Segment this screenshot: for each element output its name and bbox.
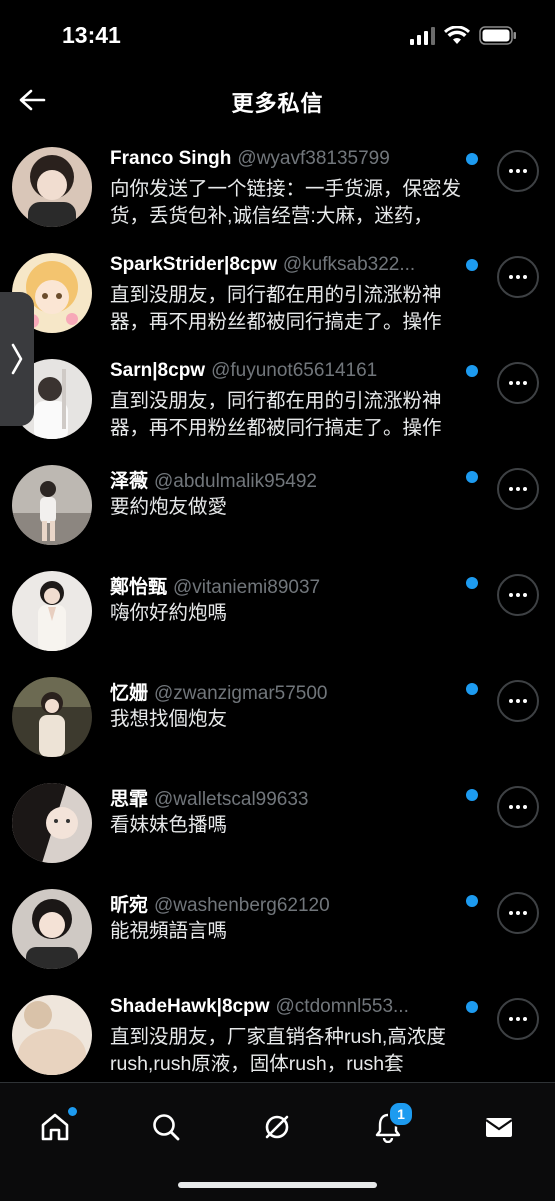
more-options-button[interactable] bbox=[497, 468, 539, 510]
message-preview: 我想找個炮友 bbox=[110, 708, 228, 730]
message-preview: 向你发送了一个链接：一手货源，保密发货，丢货包补,诚信经营:大麻，迷药， bbox=[110, 178, 462, 227]
nav-communities[interactable] bbox=[249, 1099, 305, 1155]
sender-handle: @kufksab322... bbox=[282, 254, 416, 275]
message-item[interactable]: 思霏 @walletscal99633 看妹妹色播嗎 bbox=[0, 770, 555, 876]
message-item[interactable]: 忆姗 @zwanzigmar57500 我想找個炮友 bbox=[0, 664, 555, 770]
sender-handle: @fuyunot65614161 bbox=[211, 360, 378, 381]
unread-indicator bbox=[466, 365, 478, 377]
unread-indicator bbox=[466, 471, 478, 483]
message-preview: 看妹妹色播嗎 bbox=[110, 814, 228, 836]
sender-name: SparkStrider|8cpw bbox=[110, 254, 277, 275]
sender-handle: @zwanzigmar57500 bbox=[154, 683, 328, 704]
status-icons bbox=[410, 26, 517, 45]
sender-handle: @ctdomnl553... bbox=[275, 996, 409, 1017]
home-notification-dot bbox=[68, 1107, 77, 1116]
nav-home[interactable] bbox=[27, 1099, 83, 1155]
message-list: Franco Singh @wyavf38135799 向你发送了一个链接：一手货… bbox=[0, 134, 555, 1080]
nav-messages[interactable] bbox=[471, 1099, 527, 1155]
sender-name: 泽薇 bbox=[110, 471, 149, 492]
notification-badge: 1 bbox=[388, 1101, 414, 1127]
message-item[interactable]: Sarn|8cpw @fuyunot65614161 直到没朋友，同行都在用的引流… bbox=[0, 346, 555, 452]
status-time: 13:41 bbox=[62, 22, 121, 48]
nav-notifications[interactable]: 1 bbox=[360, 1099, 416, 1155]
message-preview: 能視頻語言嗎 bbox=[110, 920, 228, 942]
more-options-button[interactable] bbox=[497, 786, 539, 828]
more-options-button[interactable] bbox=[497, 150, 539, 192]
more-options-button[interactable] bbox=[497, 256, 539, 298]
wifi-icon bbox=[444, 26, 470, 45]
more-options-button[interactable] bbox=[497, 362, 539, 404]
home-icon bbox=[41, 1113, 69, 1141]
avatar[interactable] bbox=[12, 783, 92, 863]
avatar[interactable] bbox=[12, 677, 92, 757]
avatar[interactable] bbox=[12, 571, 92, 651]
more-options-button[interactable] bbox=[497, 892, 539, 934]
chevron-right-icon bbox=[11, 343, 23, 375]
sender-name: Sarn|8cpw bbox=[110, 360, 206, 381]
message-item[interactable]: 鄭怡甄 @vitaniemi89037 嗨你好約炮嗎 bbox=[0, 558, 555, 664]
more-options-button[interactable] bbox=[497, 680, 539, 722]
unread-indicator bbox=[466, 895, 478, 907]
sender-handle: @abdulmalik95492 bbox=[154, 471, 317, 492]
unread-indicator bbox=[466, 683, 478, 695]
message-preview: 嗨你好約炮嗎 bbox=[110, 602, 228, 624]
sender-name: ShadeHawk|8cpw bbox=[110, 996, 270, 1017]
message-preview: 直到没朋友，厂家直销各种rush,高浓度rush,rush原液，固体rush，r… bbox=[110, 1026, 446, 1075]
mail-icon bbox=[485, 1118, 513, 1137]
more-options-button[interactable] bbox=[497, 998, 539, 1040]
message-item[interactable]: ShadeHawk|8cpw @ctdomnl553... 直到没朋友，厂家直销各… bbox=[0, 982, 555, 1080]
unread-indicator bbox=[466, 1001, 478, 1013]
home-indicator bbox=[178, 1182, 377, 1188]
nav-search[interactable] bbox=[138, 1099, 194, 1155]
sender-handle: @vitaniemi89037 bbox=[173, 577, 321, 598]
unread-indicator bbox=[466, 153, 478, 165]
message-item[interactable]: SparkStrider|8cpw @kufksab322... 直到没朋友，同行… bbox=[0, 240, 555, 346]
battery-icon bbox=[479, 26, 517, 45]
message-item[interactable]: Franco Singh @wyavf38135799 向你发送了一个链接：一手货… bbox=[0, 134, 555, 240]
message-preview: 直到没朋友，同行都在用的引流涨粉神器，再不用粉丝都被同行搞走了。操作 bbox=[110, 390, 442, 439]
message-preview: 要約炮友做愛 bbox=[110, 496, 228, 518]
sender-handle: @walletscal99633 bbox=[154, 789, 309, 810]
search-icon bbox=[153, 1114, 180, 1141]
status-bar: 13:41 bbox=[0, 0, 555, 72]
header: 更多私信 bbox=[0, 72, 555, 130]
sender-name: 思霏 bbox=[110, 789, 149, 810]
cellular-signal-icon bbox=[410, 26, 435, 45]
avatar[interactable] bbox=[12, 995, 92, 1075]
side-drawer-handle[interactable] bbox=[0, 292, 34, 426]
sender-handle: @washenberg62120 bbox=[154, 895, 330, 916]
sender-name: Franco Singh bbox=[110, 148, 232, 169]
sender-name: 忆姗 bbox=[110, 683, 149, 704]
page-title: 更多私信 bbox=[231, 91, 324, 116]
message-item[interactable]: 泽薇 @abdulmalik95492 要約炮友做愛 bbox=[0, 452, 555, 558]
message-preview: 直到没朋友，同行都在用的引流涨粉神器，再不用粉丝都被同行搞走了。操作 bbox=[110, 284, 442, 333]
unread-indicator bbox=[466, 577, 478, 589]
avatar[interactable] bbox=[12, 465, 92, 545]
unread-indicator bbox=[466, 259, 478, 271]
unread-indicator bbox=[466, 789, 478, 801]
sender-handle: @wyavf38135799 bbox=[237, 148, 390, 169]
sender-name: 鄭怡甄 bbox=[110, 577, 168, 598]
avatar[interactable] bbox=[12, 147, 92, 227]
slash-circle-icon bbox=[265, 1115, 289, 1139]
avatar[interactable] bbox=[12, 889, 92, 969]
sender-name: 昕宛 bbox=[110, 895, 149, 916]
more-options-button[interactable] bbox=[497, 574, 539, 616]
message-item[interactable]: 昕宛 @washenberg62120 能視頻語言嗎 bbox=[0, 876, 555, 982]
